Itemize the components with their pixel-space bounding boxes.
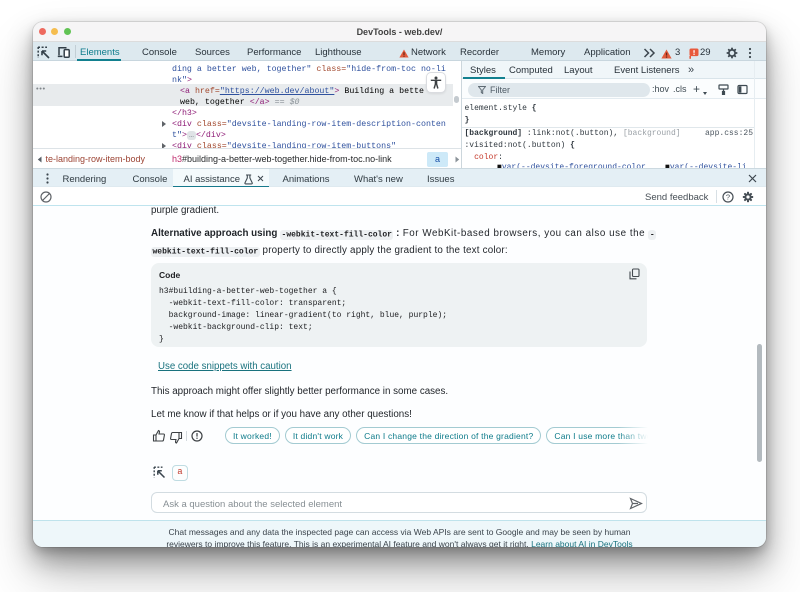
svg-text:?: ? xyxy=(726,192,730,201)
